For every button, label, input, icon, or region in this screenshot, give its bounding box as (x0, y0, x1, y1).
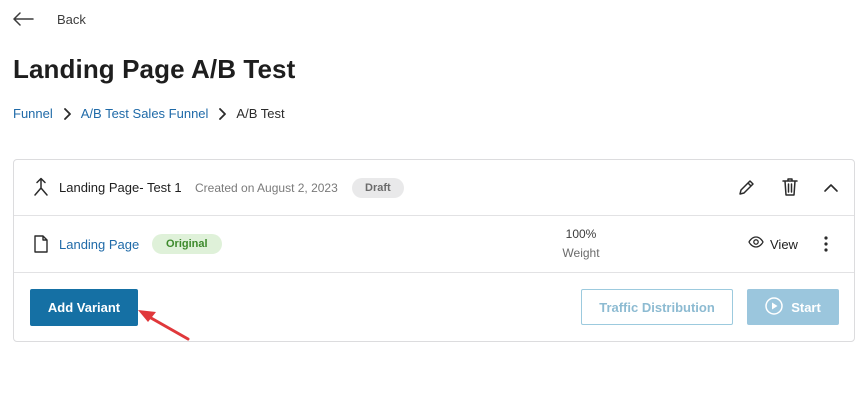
traffic-distribution-button[interactable]: Traffic Distribution (581, 289, 733, 325)
eye-icon (748, 235, 764, 253)
variant-row: Landing Page Original 100% Weight View (14, 216, 854, 273)
start-label: Start (791, 299, 821, 315)
view-label: View (770, 236, 798, 252)
breadcrumb: Funnel A/B Test Sales Funnel A/B Test (13, 106, 285, 121)
start-button[interactable]: Start (747, 289, 839, 325)
weight-block: 100% Weight (541, 227, 621, 260)
created-date: Created on August 2, 2023 (195, 181, 338, 195)
more-vertical-icon[interactable] (818, 233, 834, 255)
play-circle-icon (765, 296, 783, 318)
trash-icon[interactable] (779, 176, 801, 198)
chevron-right-icon (212, 107, 232, 121)
back-arrow-icon[interactable] (12, 8, 34, 30)
split-test-icon (32, 177, 50, 197)
document-icon (33, 235, 49, 253)
view-button[interactable]: View (748, 234, 798, 254)
breadcrumb-item-current: A/B Test (236, 106, 285, 121)
breadcrumb-item-sales-funnel[interactable]: A/B Test Sales Funnel (81, 106, 209, 121)
weight-label: Weight (562, 246, 600, 260)
breadcrumb-item-funnel[interactable]: Funnel (13, 106, 53, 121)
original-badge: Original (152, 234, 222, 254)
chevron-up-icon[interactable] (820, 177, 842, 199)
chevron-right-icon (57, 107, 77, 121)
status-badge: Draft (352, 178, 404, 198)
weight-value: 100% (565, 227, 597, 241)
variant-name-link[interactable]: Landing Page (59, 237, 139, 252)
annotation-arrow (138, 310, 190, 341)
add-variant-button[interactable]: Add Variant (30, 289, 138, 326)
back-row[interactable]: Back (12, 8, 86, 30)
test-header: Landing Page- Test 1 Created on August 2… (14, 160, 854, 216)
test-name: Landing Page- Test 1 (59, 180, 182, 195)
pencil-icon[interactable] (735, 177, 757, 199)
back-link[interactable]: Back (57, 12, 86, 27)
page-title: Landing Page A/B Test (13, 54, 296, 84)
